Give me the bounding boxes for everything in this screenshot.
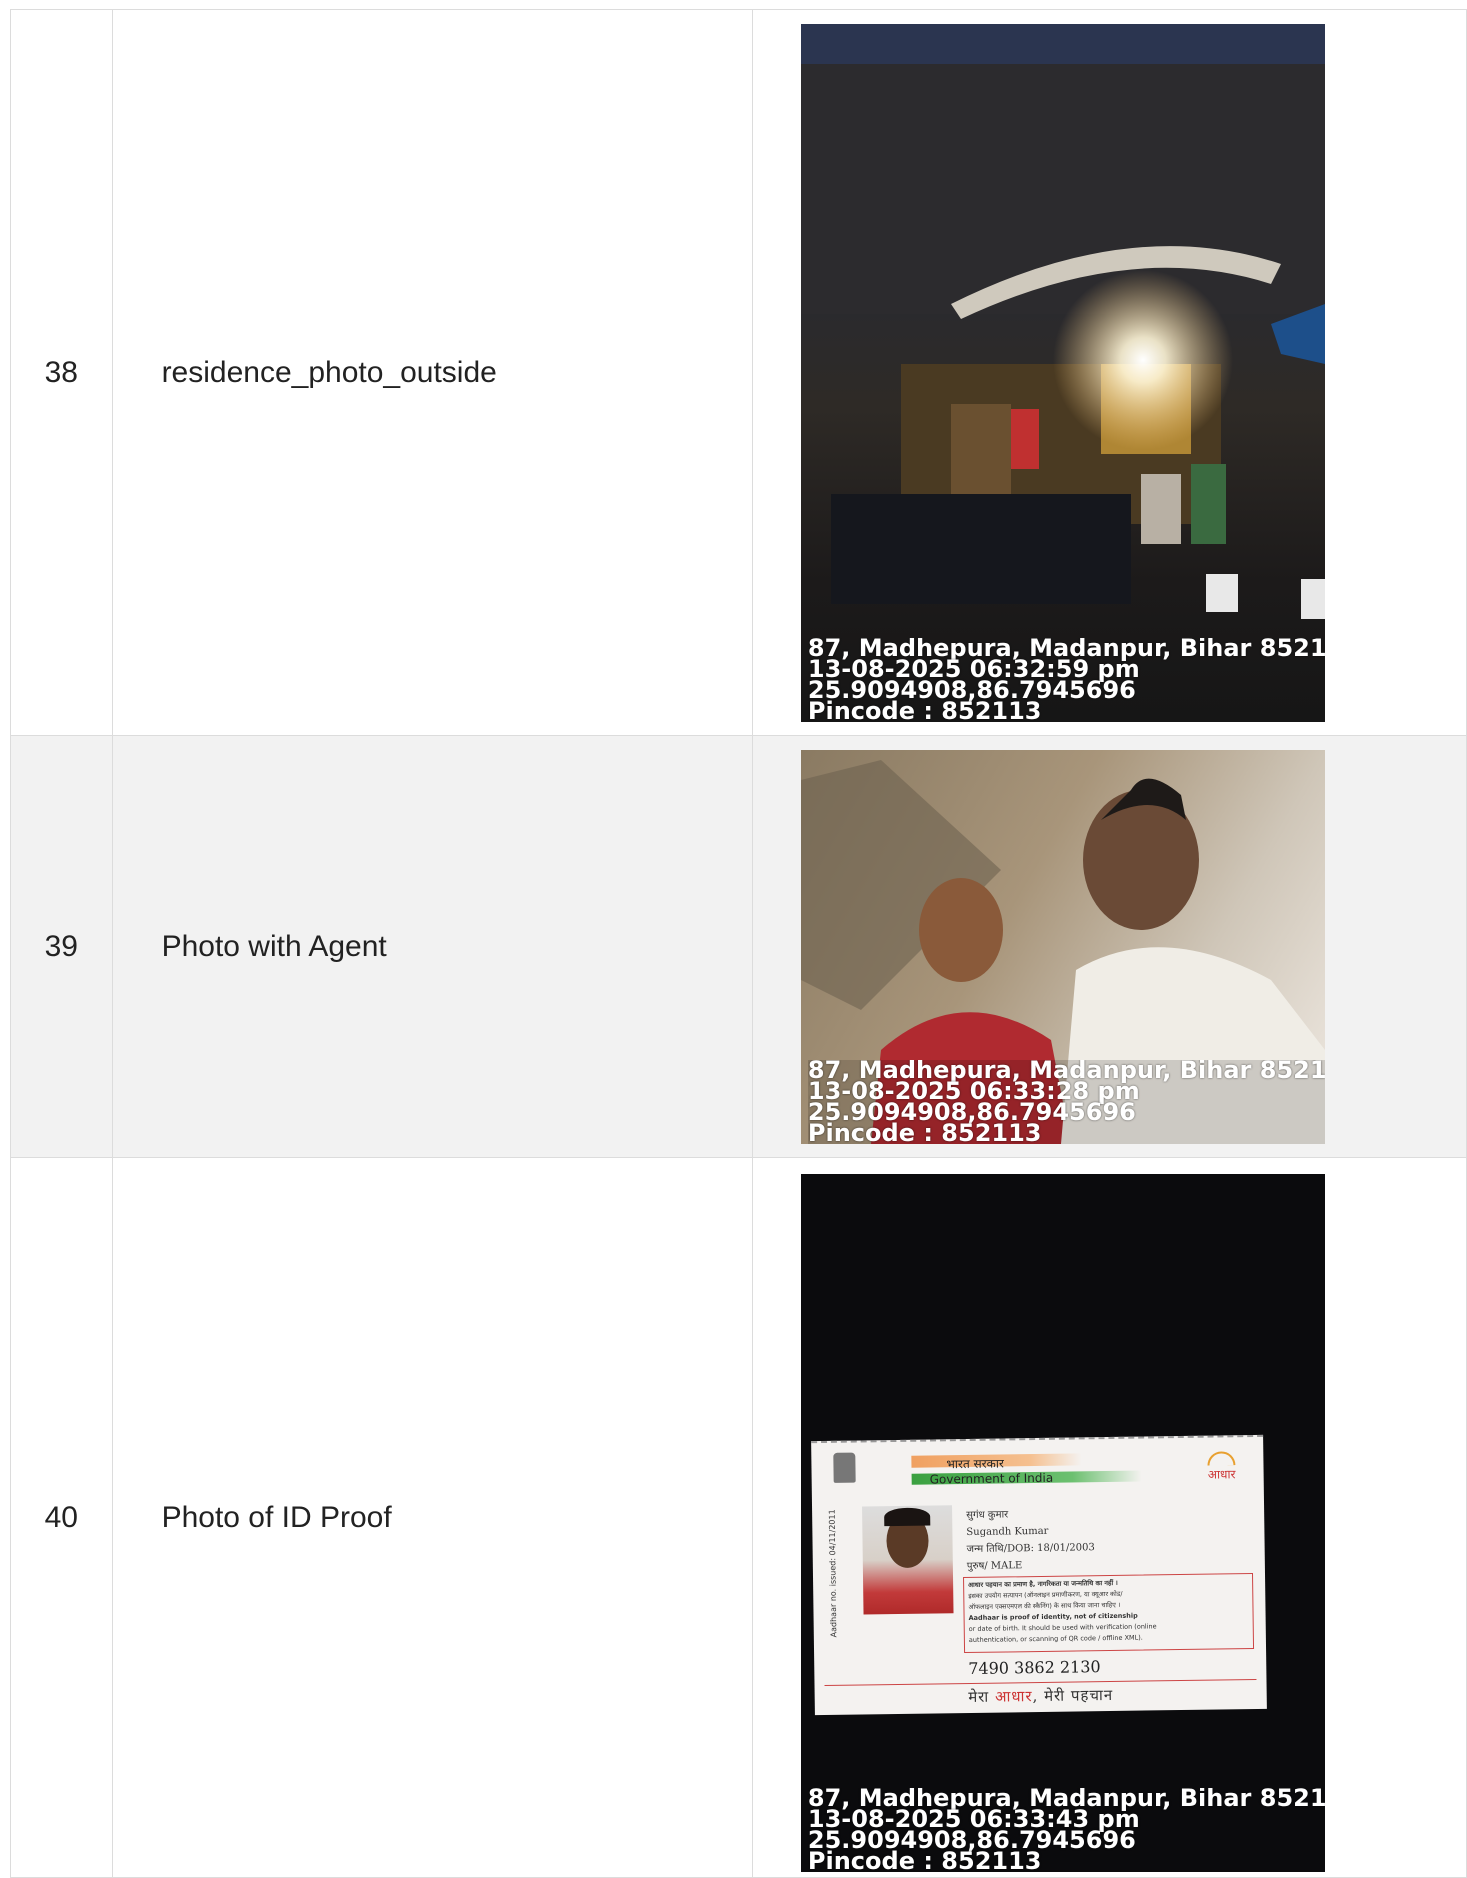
emblem-icon <box>833 1452 856 1483</box>
aadhaar-number: 7490 3862 2130 <box>968 1657 1101 1678</box>
photo-cell: 87, Madhepura, Madanpur, Bihar 852113, I… <box>751 735 1467 1158</box>
photo-table: 38 residence_photo_outside 87, Madhepura… <box>10 9 1467 1878</box>
residence-scene-graphic <box>800 23 1325 619</box>
tagline-part-1: मेरा <box>968 1687 996 1706</box>
row-label: residence_photo_outside <box>111 9 753 736</box>
table-row: 39 Photo with Agent 87, Madhepura, Madan… <box>10 735 1467 1158</box>
table-row: 40 Photo of ID Proof भारत सरकार Governme… <box>10 1157 1467 1878</box>
row-label: Photo with Agent <box>111 735 753 1158</box>
aadhaar-logo-text: आधार <box>1207 1467 1236 1482</box>
row-number: 40 <box>10 1157 113 1878</box>
card-tagline: मेरा आधार, मेरी पहचान <box>814 1683 1266 1709</box>
holder-name: Sugandh Kumar <box>966 1525 1049 1539</box>
row-number: 38 <box>10 9 113 736</box>
aadhaar-card: भारत सरकार Government of India आधार Aadh… <box>811 1434 1267 1716</box>
table-row: 38 residence_photo_outside 87, Madhepura… <box>10 9 1467 736</box>
geotag-overlay: 87, Madhepura, Madanpur, Bihar 852113, I… <box>808 1788 1325 1872</box>
geotag-overlay: 87, Madhepura, Madanpur, Bihar 852113, I… <box>808 638 1325 722</box>
row-label: Photo of ID Proof <box>111 1157 753 1878</box>
geotag-overlay: 87, Madhepura, Madanpur, Bihar 852113, I… <box>807 1059 1325 1144</box>
residence-photo: 87, Madhepura, Madanpur, Bihar 852113, I… <box>800 23 1325 722</box>
holder-dob: जन्म तिथि/DOB: 18/01/2003 <box>966 1542 1095 1556</box>
holder-gender: पुरुष/ MALE <box>966 1560 1023 1573</box>
tagline-part-2: आधार <box>994 1687 1033 1706</box>
agent-photo: 87, Madhepura, Madanpur, Bihar 852113, I… <box>800 749 1325 1144</box>
card-holder-photo <box>861 1505 954 1615</box>
card-notice-box: आधार पहचान का प्रमाण है, नागरिकता या जन्… <box>962 1573 1254 1654</box>
card-side-text: Aadhaar no. issued: 04/11/2011 <box>827 1509 839 1638</box>
photo-cell: 87, Madhepura, Madanpur, Bihar 852113, I… <box>751 9 1467 736</box>
tagline-part-3: , मेरी पहचान <box>1032 1685 1114 1706</box>
card-header-english: Government of India <box>929 1470 1054 1487</box>
geotag-pincode: Pincode : 852113 <box>807 1847 1042 1872</box>
holder-name-hindi: सुगंध कुमार <box>965 1509 1009 1522</box>
id-proof-photo: भारत सरकार Government of India आधार Aadh… <box>800 1174 1325 1872</box>
photo-cell: भारत सरकार Government of India आधार Aadh… <box>751 1157 1467 1878</box>
row-number: 39 <box>10 735 113 1158</box>
card-header-hindi: भारत सरकार <box>946 1456 1004 1472</box>
aadhaar-logo-icon: आधार <box>1201 1451 1241 1482</box>
